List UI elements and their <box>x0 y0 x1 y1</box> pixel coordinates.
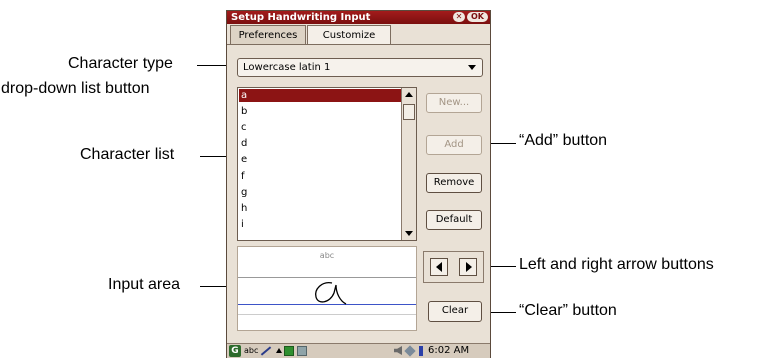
callout-clear-button: “Clear” button <box>519 302 617 319</box>
handwritten-stroke <box>315 282 347 305</box>
callout-input-area: Input area <box>108 276 181 293</box>
close-icon[interactable]: ✕ <box>453 12 465 22</box>
start-menu-icon[interactable]: G <box>229 345 241 357</box>
scroll-up-icon[interactable] <box>405 92 413 97</box>
character-type-dropdown[interactable]: Lowercase latin 1 <box>237 58 483 77</box>
input-guide-top <box>238 277 416 278</box>
add-button[interactable]: Add <box>426 135 482 155</box>
triangle-up-icon[interactable] <box>276 348 282 353</box>
list-scrollbar[interactable] <box>401 88 416 240</box>
callout-arrow-buttons: Left and right arrow buttons <box>519 256 714 273</box>
speaker-icon[interactable] <box>394 346 402 355</box>
list-item[interactable]: h <box>239 202 402 215</box>
window-title: Setup Handwriting Input <box>231 12 371 23</box>
title-bar: Setup Handwriting Input ✕ OK <box>227 11 490 24</box>
list-item[interactable]: c <box>239 121 402 134</box>
scroll-down-icon[interactable] <box>405 231 413 236</box>
callout-character-type-line1: Character type <box>68 55 173 72</box>
scroll-thumb[interactable] <box>403 104 415 120</box>
callout-character-list: Character list <box>80 146 175 163</box>
tab-customize[interactable]: Customize <box>307 25 391 45</box>
clock: 6:02 AM <box>428 345 470 356</box>
list-item[interactable]: b <box>239 105 402 118</box>
remove-button[interactable]: Remove <box>426 173 482 193</box>
tab-divider <box>227 44 490 45</box>
list-item[interactable]: i <box>239 218 402 231</box>
taskbar: G abc 6:02 AM <box>227 343 490 358</box>
input-guide-bottom <box>238 314 416 315</box>
left-arrow-button[interactable] <box>430 258 448 276</box>
list-item[interactable]: d <box>239 137 402 150</box>
right-arrow-button[interactable] <box>459 258 477 276</box>
character-list[interactable]: a b c d e f g h i <box>237 87 417 241</box>
battery-icon <box>419 346 423 356</box>
tab-preferences[interactable]: Preferences <box>230 25 306 44</box>
network-icon[interactable] <box>404 345 416 357</box>
handwriting-input-area[interactable]: abc <box>237 246 417 331</box>
chevron-down-icon <box>468 65 476 70</box>
list-item[interactable]: f <box>239 170 402 183</box>
ok-button[interactable]: OK <box>467 12 488 22</box>
dropdown-selected-value: Lowercase latin 1 <box>243 62 331 73</box>
pen-icon[interactable] <box>260 346 272 356</box>
input-mode-label[interactable]: abc <box>244 345 258 357</box>
arrow-left-icon <box>436 262 442 272</box>
callout-add-button: “Add” button <box>519 132 608 149</box>
clear-button[interactable]: Clear <box>428 301 482 322</box>
app-icon[interactable] <box>297 346 307 356</box>
list-item[interactable]: a <box>239 89 402 102</box>
callout-character-type-line2: drop-down list button <box>1 80 150 97</box>
list-item[interactable]: e <box>239 153 402 166</box>
list-item[interactable]: g <box>239 186 402 199</box>
handwriting-setup-window: Setup Handwriting Input ✕ OK Preferences… <box>226 10 491 358</box>
input-hint: abc <box>319 251 335 260</box>
app-icon[interactable] <box>284 346 294 356</box>
default-button[interactable]: Default <box>426 210 482 230</box>
arrow-right-icon <box>466 262 472 272</box>
new-button[interactable]: New... <box>426 93 482 113</box>
arrow-buttons-group <box>423 251 484 283</box>
